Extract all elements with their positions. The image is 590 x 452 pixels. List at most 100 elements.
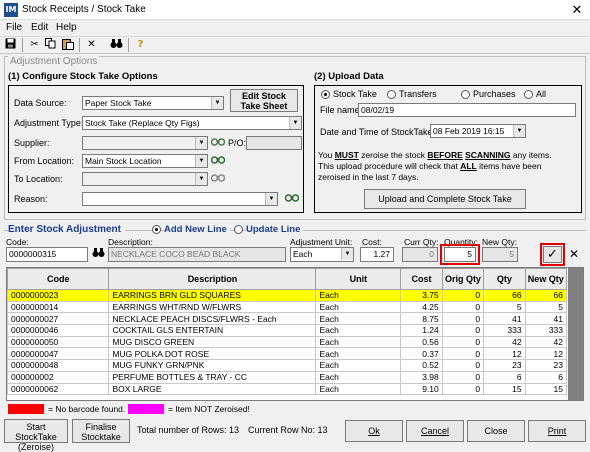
cell-orig-qty: 0 [441,312,485,326]
cancel-button[interactable]: Cancel [406,420,464,442]
column-header-code[interactable]: Code [7,268,110,290]
from-location-select[interactable]: Main Stock Location ▼ [82,154,208,168]
total-rows-status: Total number of Rows: 13 [137,425,240,435]
cell-new-qty: 23 [524,359,568,372]
code-search-icon[interactable] [90,247,106,261]
data-source-label: Data Source: [14,98,67,108]
toolbar-separator [22,38,23,52]
adjustment-type-value: Stock Take (Replace Qty Figs) [85,118,200,128]
table-row[interactable]: 0000000014 EARRINGS WHT/RND W/FLWRS Each… [7,300,568,314]
table-row[interactable]: 0000000027 NECKLACE PEACH DISCS/FLWRS - … [7,312,568,326]
ok-button[interactable]: Ok [345,420,403,442]
grid-scrollbar[interactable] [568,268,583,400]
table-row[interactable]: 0000000050 MUG DISCO GREEN Each 0.56 0 4… [7,335,568,349]
radio-add-new-line[interactable] [152,225,161,234]
cell-code: 0000000050 [7,335,110,349]
po-field[interactable] [246,136,302,150]
to-location-search-icon[interactable] [210,172,226,186]
supplier-search-icon[interactable] [210,136,226,150]
find-icon[interactable] [109,38,124,52]
finalise-stocktake-button[interactable]: Finalise Stocktake [72,419,130,443]
entry-heading: Enter Stock Adjustment [8,224,125,235]
table-row[interactable]: 0000000048 MUG FUNKY GRN/PNK Each 0.52 0… [7,359,568,372]
column-header-orig-qty[interactable]: Orig Qty [441,268,485,290]
cell-code: 0000000062 [7,382,110,396]
supplier-select[interactable]: ▼ [82,136,208,150]
legend-red-swatch [8,404,44,414]
delete-icon[interactable]: ✕ [84,38,99,52]
radio-update-line[interactable] [234,225,243,234]
cell-orig-qty: 0 [441,359,485,372]
to-location-select[interactable]: ▼ [82,172,208,186]
menu-help[interactable]: Help [56,22,77,33]
code-field[interactable]: 0000000315 [6,247,88,262]
adjustment-unit-select[interactable]: Each ▼ [290,247,354,262]
column-header-unit[interactable]: Unit [315,268,402,290]
table-row[interactable]: 0000000047 MUG POLKA DOT ROSE Each 0.37 … [7,347,568,361]
legend-red-label: = No barcode found. [48,404,126,414]
toolbar-separator [79,38,80,52]
supplier-label: Supplier: [14,138,50,148]
table-row[interactable]: 000000002 PERFUME BOTTLES & TRAY - CC Ea… [7,370,568,384]
description-field: NECKLACE COCO BEAD BLACK [108,247,286,262]
cost-field[interactable]: 1.27 [360,247,394,262]
table-row[interactable]: 0000000046 COCKTAIL GLS ENTERTAIN Each 1… [7,324,568,337]
reason-select[interactable]: ▼ [82,192,278,206]
cell-orig-qty: 0 [441,335,485,349]
accept-line-button[interactable]: ✓ [543,246,562,263]
radio-all[interactable] [524,90,533,99]
window-close-button[interactable]: ✕ [566,1,588,19]
app-icon: IM [4,3,18,17]
cell-qty: 66 [483,289,526,302]
from-location-search-icon[interactable] [210,154,226,168]
adjustment-type-select[interactable]: Stock Take (Replace Qty Figs) ▼ [82,116,302,130]
radio-transfers[interactable] [387,90,396,99]
adjustment-type-label: Adjustment Type: [14,118,84,128]
legend-magenta-swatch [128,404,164,414]
column-header-qty[interactable]: Qty [483,268,526,290]
data-source-select[interactable]: Paper Stock Take ▼ [82,96,224,110]
file-name-field[interactable]: 08/02/19 [358,103,576,117]
column-header-description[interactable]: Description [108,268,317,290]
help-icon[interactable]: ? [133,38,148,52]
cell-cost: 8.75 [400,312,443,326]
adjustment-unit-label: Adjustment Unit: [290,237,353,247]
radio-purchases[interactable] [461,90,470,99]
grid-header-row: Code Description Unit Cost Orig Qty Qty … [7,268,568,290]
stock-grid: Code Description Unit Cost Orig Qty Qty … [6,267,584,401]
paste-icon[interactable] [60,38,75,52]
stocktake-datetime-picker[interactable]: 08 Feb 2019 16:15 ▼ [430,124,526,138]
cell-unit: Each [315,382,402,396]
radio-purchases-label: Purchases [473,89,516,99]
upload-complete-button[interactable]: Upload and Complete Stock Take [364,189,526,209]
table-row[interactable]: 0000000023 EARRINGS BRN GLD SQUARES Each… [7,289,568,302]
column-header-new-qty[interactable]: New Qty [524,268,568,290]
adjustment-options-title: Adjustment Options [8,56,100,67]
save-icon[interactable] [3,38,18,52]
cell-qty: 15 [483,382,526,396]
cut-icon[interactable]: ✂ [27,38,42,52]
quantity-field[interactable]: 5 [444,247,476,262]
cell-qty: 12 [483,347,526,361]
new-qty-field: 5 [482,247,518,262]
cell-description: EARRINGS WHT/RND W/FLWRS [108,300,317,314]
print-button[interactable]: Print [528,420,586,442]
reason-search-icon[interactable] [284,192,300,206]
close-button[interactable]: Close [467,420,525,442]
edit-stock-take-sheet-button[interactable]: Edit Stock Take Sheet [230,89,298,112]
cell-cost: 9.10 [400,382,443,396]
start-stocktake-button[interactable]: Start StockTake (Zeroise) [4,419,68,452]
column-header-cost[interactable]: Cost [400,268,443,290]
menu-file[interactable]: File [6,22,22,33]
cancel-line-button[interactable]: ✕ [566,246,582,263]
cell-description: NECKLACE PEACH DISCS/FLWRS - Each [108,312,317,326]
cell-new-qty: 41 [524,312,568,326]
copy-icon[interactable] [43,38,58,52]
cell-unit: Each [315,347,402,361]
table-row[interactable]: 0000000062 BOX LARGE Each 9.10 0 15 15 [7,382,568,396]
cell-new-qty: 5 [524,300,568,314]
cell-qty: 42 [483,335,526,349]
menu-edit[interactable]: Edit [31,22,48,33]
reason-label: Reason: [14,194,48,204]
radio-stock-take[interactable] [321,90,330,99]
